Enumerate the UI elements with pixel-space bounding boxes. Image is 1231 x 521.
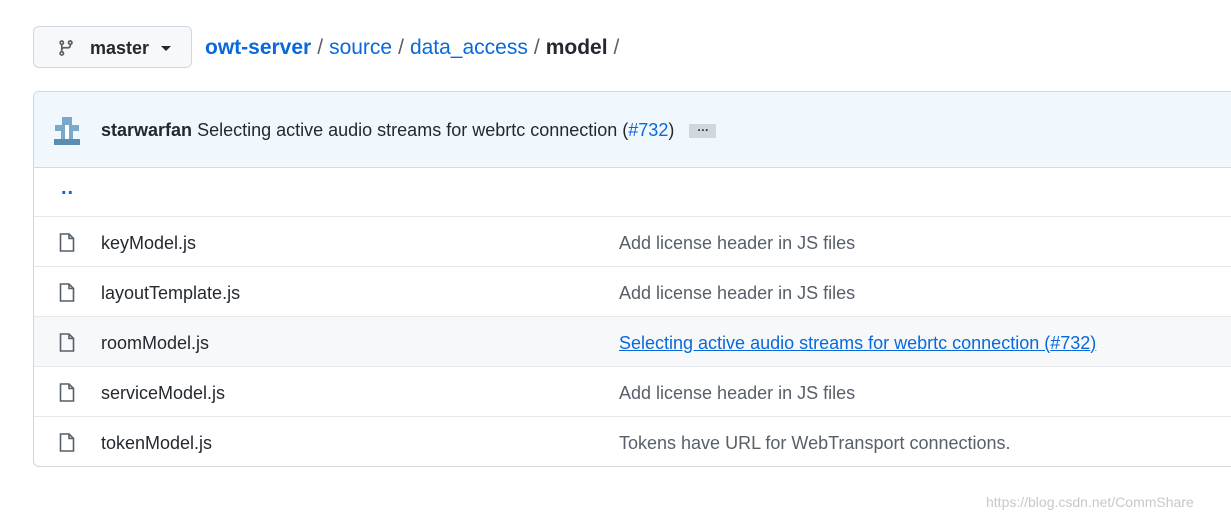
- breadcrumb: owt-server / source / data_access / model /: [205, 36, 625, 60]
- breadcrumb-link-data-access[interactable]: data_access: [410, 36, 528, 59]
- watermark: https://blog.csdn.net/CommShare: [986, 494, 1194, 510]
- table-row[interactable]: roomModel.js Selecting active audio stre…: [34, 316, 1231, 367]
- caret-down-icon: [161, 46, 171, 51]
- file-icon: [59, 233, 75, 252]
- commit-summary: starwarfan Selecting active audio stream…: [101, 120, 717, 141]
- file-commit-message[interactable]: Selecting active audio streams for webrt…: [619, 333, 1096, 354]
- file-commit-message[interactable]: Add license header in JS files: [619, 283, 855, 304]
- commit-author[interactable]: starwarfan: [101, 120, 192, 140]
- file-name-link[interactable]: roomModel.js: [101, 333, 209, 354]
- table-row[interactable]: layoutTemplate.js Add license header in …: [34, 266, 1231, 317]
- breadcrumb-separator: /: [398, 36, 404, 59]
- latest-commit-bar: starwarfan Selecting active audio stream…: [34, 92, 1231, 168]
- git-branch-icon: [59, 40, 73, 56]
- parent-directory-link[interactable]: ..: [61, 177, 74, 200]
- file-list-box: starwarfan Selecting active audio stream…: [33, 91, 1231, 467]
- commit-message[interactable]: Selecting active audio streams for webrt…: [197, 120, 628, 140]
- table-row[interactable]: tokenModel.js Tokens have URL for WebTra…: [34, 416, 1231, 466]
- file-name-link[interactable]: keyModel.js: [101, 233, 196, 254]
- file-icon: [59, 283, 75, 302]
- breadcrumb-link-source[interactable]: source: [329, 36, 392, 59]
- table-row[interactable]: keyModel.js Add license header in JS fil…: [34, 216, 1231, 267]
- file-commit-message[interactable]: Tokens have URL for WebTransport connect…: [619, 433, 1011, 454]
- breadcrumb-separator: /: [613, 36, 620, 59]
- breadcrumb-separator: /: [533, 36, 540, 59]
- commit-pr-link[interactable]: #732: [628, 120, 668, 140]
- file-commit-message-close: ): [1090, 333, 1097, 353]
- table-row[interactable]: serviceModel.js Add license header in JS…: [34, 366, 1231, 417]
- commit-message-close: ): [668, 120, 675, 140]
- file-name-link[interactable]: serviceModel.js: [101, 383, 225, 404]
- breadcrumb-separator: /: [317, 36, 324, 59]
- file-icon: [59, 433, 75, 452]
- parent-directory-row[interactable]: ..: [34, 167, 1231, 216]
- file-commit-message[interactable]: Add license header in JS files: [619, 233, 855, 254]
- file-name-link[interactable]: tokenModel.js: [101, 433, 212, 454]
- avatar[interactable]: [52, 115, 82, 145]
- file-icon: [59, 333, 75, 352]
- file-commit-message[interactable]: Add license header in JS files: [619, 383, 855, 404]
- breadcrumb-repo-link[interactable]: owt-server: [205, 36, 311, 59]
- file-name-link[interactable]: layoutTemplate.js: [101, 283, 240, 304]
- branch-label: master: [90, 38, 150, 58]
- expand-commit-button[interactable]: …: [689, 121, 717, 139]
- branch-select-button[interactable]: master: [33, 26, 192, 68]
- file-commit-message-text[interactable]: Selecting active audio streams for webrt…: [619, 333, 1050, 353]
- breadcrumb-current: model: [545, 36, 608, 59]
- file-commit-pr-link[interactable]: #732: [1050, 333, 1090, 353]
- file-icon: [59, 383, 75, 402]
